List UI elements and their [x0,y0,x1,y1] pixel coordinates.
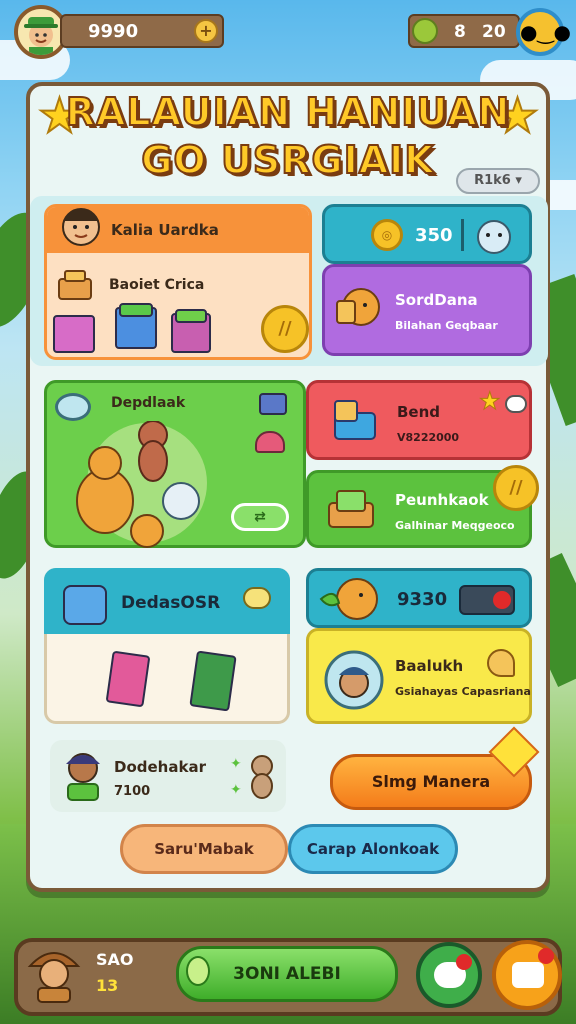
buddy-subtitle: Gsiahayas Capasriana [395,685,531,698]
coin-icon: // [261,305,309,353]
gem-count-b: 20 [482,22,506,42]
chair-icon [259,393,287,415]
pets-title: Depdlaak [111,395,186,411]
coin-icon: // [493,465,539,511]
punch-card[interactable]: Peunhkaok Galhinar Meqgeoco // [306,465,539,548]
croissant-icon [487,649,515,677]
player-name: Dodehakar [114,758,206,776]
punch-subtitle: Galhinar Meqgeoco [395,519,515,532]
magnifier-icon [55,393,91,421]
share-button[interactable] [492,940,562,1010]
smiley-icon: ●‿● [520,20,571,44]
bear-pet-icon [336,288,380,326]
divider [461,219,464,251]
record-dot [493,591,511,609]
carap-label: Carap Alonkoak [306,840,440,858]
chevron-down-icon: ▾ [515,173,522,188]
coin-counter: 9990 + [60,14,224,48]
title-line-1: RALAUIAN HANIUAN [65,89,511,135]
notification-dot [538,948,554,964]
buddy-avatar-icon [324,650,384,710]
kangaroo-pets-icon [76,421,200,548]
punch-title: Peunhkaok [395,491,489,509]
gem-counter: 8 20 [408,14,520,48]
pets-action-button[interactable]: ⇄ [231,503,289,531]
ghost-pet-icon [477,220,511,254]
bottom-main-label: 3ONI ALEBI [233,964,341,984]
pear-icon [186,956,210,986]
sord-title: SordDana [395,291,478,309]
bend-card[interactable]: Bend V8222000 ★ [306,380,532,460]
sing-manera-label: Slmg Manera [371,772,491,791]
gift-box-icon [175,309,207,323]
sofa-icon [334,400,376,440]
bottom-count-a: SAO [96,950,134,969]
bag-icon [63,585,107,625]
start-match-label: Saru'Mabak [154,840,254,858]
emoji-button[interactable]: ●‿● [516,8,571,56]
star-icon: ★ [479,387,501,416]
buddy-card[interactable]: Baalukh Gsiahayas Capasriana [306,628,532,724]
score-card[interactable]: ◎ 350 [322,204,532,264]
timer-value: 9330 [397,589,448,610]
sord-subtitle: Bilahan Geqbaar [395,319,498,332]
sord-card[interactable]: SordDana Bilahan Geqbaar [322,264,532,356]
decals-card[interactable]: DedasOSR [44,568,290,724]
easel-icon [328,490,374,528]
profile-card[interactable]: Kalia Uardka Baoiet Crica // [44,204,312,360]
basket-label: Baoiet Crica [109,277,205,293]
timer-card[interactable]: 9330 [306,568,532,628]
radio-icon [459,585,515,615]
carap-button[interactable]: Carap Alonkoak [288,824,458,874]
score-value: 350 [415,225,453,246]
coin-count: 9990 [88,21,139,42]
gift-box-icon [53,315,95,353]
key-icon [243,587,271,609]
hero-avatar-icon [62,208,100,246]
card-icon [105,650,151,708]
filter-label: R1k6 [474,173,511,188]
buddy-title: Baalukh [395,657,464,675]
phone-icon [189,650,237,712]
sparkle-icon: ✦ [230,756,242,772]
share-icon [512,962,544,988]
player-row[interactable]: Dodehakar 7100 ✦ ✦ [50,740,286,812]
bend-subtitle: V8222000 [397,431,460,444]
bottom-count-b: 13 [96,976,119,995]
profile-name: Kalia Uardka [111,221,219,239]
explorer-avatar-icon[interactable] [24,940,84,1006]
mushroom-icon [255,431,285,453]
notification-dot [456,954,472,970]
basket-icon [58,270,92,300]
chat-icon [505,395,527,413]
player-score: 7100 [114,784,151,799]
bend-title: Bend [397,403,441,421]
sparkle-icon: ✦ [230,782,242,798]
player-icon [66,753,100,801]
gift-box-icon [119,303,153,317]
pets-card[interactable]: Depdlaak ⇄ [44,380,306,548]
orange-pet-icon [319,578,378,620]
start-match-button[interactable]: Saru'Mabak [120,824,288,874]
leaf-icon [412,18,438,44]
gem-count-a: 8 [454,22,466,42]
avatar-face-icon [24,17,58,55]
decals-title: DedasOSR [121,593,221,613]
coin-icon: ◎ [371,219,403,251]
filter-chip[interactable]: R1k6 ▾ [456,168,540,194]
add-coins-button[interactable]: + [194,19,218,43]
cat-pet-icon [251,755,273,799]
chat-button[interactable] [416,942,482,1008]
